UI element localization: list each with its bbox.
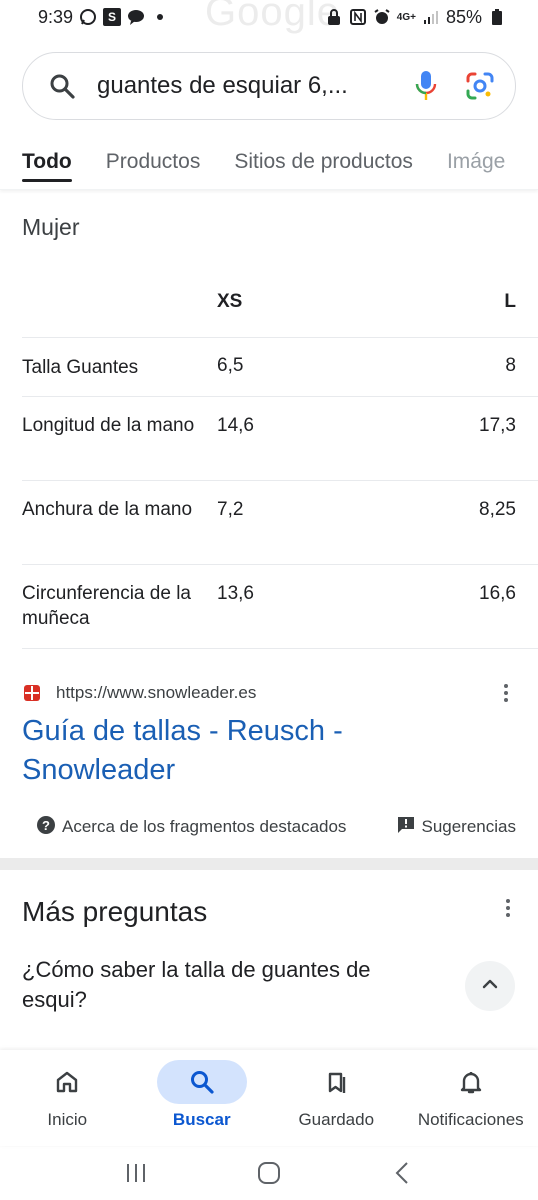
cell-xs: 13,6: [217, 583, 254, 604]
lens-icon[interactable]: [463, 69, 497, 103]
app-s-icon: S: [103, 8, 122, 26]
nav-guardado[interactable]: Guardado: [269, 1050, 404, 1146]
suggestions-link[interactable]: Sugerencias: [397, 816, 516, 839]
cell-l: 8,25: [479, 499, 516, 520]
table-row: Longitud de la mano 14,6 17,3: [22, 397, 538, 481]
result-source[interactable]: https://www.snowleader.es: [22, 678, 516, 708]
nav-label-buscar: Buscar: [172, 1110, 231, 1129]
system-navigation-bar: [0, 1146, 538, 1200]
chat-icon: [127, 8, 145, 26]
battery-percent: 85%: [445, 6, 482, 27]
bottom-navigation: Inicio Buscar Guardado Notificaciones: [0, 1050, 538, 1146]
recent-apps-icon[interactable]: [116, 1153, 156, 1193]
column-header-l: L: [504, 291, 516, 312]
snowleader-favicon-icon: [22, 683, 42, 703]
about-snippets-link[interactable]: ? Acerca de los fragmentos destacados: [36, 815, 346, 840]
search-tabs: Todo Productos Sitios de productos Imáge: [0, 140, 538, 190]
tab-productos[interactable]: Productos: [106, 140, 201, 186]
suggestions-label: Sugerencias: [421, 817, 516, 836]
row-label: Circunferencia de la muñeca: [22, 583, 191, 629]
cell-xs: 14,6: [217, 415, 254, 436]
status-time: 9:39: [38, 6, 74, 27]
bell-icon: [426, 1060, 516, 1104]
search-input[interactable]: guantes de esquiar 6,...: [97, 72, 409, 100]
question-item[interactable]: ¿Cómo saber la talla de guantes de esqui…: [22, 955, 432, 1015]
svg-text:?: ?: [42, 818, 50, 833]
size-table: XS L Talla Guantes 6,5 8 Longitud de la …: [22, 268, 538, 649]
table-row: Anchura de la mano 7,2 8,25: [22, 481, 538, 565]
table-header-row: XS L: [22, 268, 538, 338]
lock-icon: [325, 8, 343, 26]
nav-buscar[interactable]: Buscar: [135, 1050, 270, 1146]
table-row: Circunferencia de la muñeca 13,6 16,6: [22, 565, 538, 649]
cell-l: 16,6: [479, 583, 516, 604]
more-options-icon[interactable]: [496, 681, 516, 705]
result-title-link[interactable]: Guía de tallas - Reusch - Snowleader: [22, 712, 442, 790]
chevron-up-icon: [481, 977, 499, 995]
nav-inicio[interactable]: Inicio: [0, 1050, 135, 1146]
more-questions-options-icon[interactable]: [498, 896, 518, 920]
cell-l: 17,3: [479, 415, 516, 436]
dot-icon: [151, 8, 169, 26]
nav-label-guardado: Guardado: [298, 1110, 375, 1129]
tab-todo[interactable]: Todo: [22, 140, 72, 186]
alarm-icon: [373, 8, 391, 26]
row-label: Longitud de la mano: [22, 415, 195, 436]
nav-label-notificaciones: Notificaciones: [417, 1110, 524, 1129]
table-row: Talla Guantes 6,5 8: [22, 338, 538, 397]
search-icon: [156, 1060, 247, 1104]
more-questions-title: Más preguntas: [22, 896, 208, 927]
about-snippets-label: Acerca de los fragmentos destacados: [62, 817, 347, 836]
result-url[interactable]: https://www.snowleader.es: [56, 683, 496, 703]
nav-label-inicio: Inicio: [47, 1110, 88, 1129]
tab-imagenes[interactable]: Imáge: [447, 140, 505, 186]
signal-icon: [422, 8, 440, 26]
back-icon[interactable]: [382, 1153, 422, 1193]
bookmarks-icon: [291, 1060, 381, 1104]
status-bar: 9:39 S 4G+ 85%: [0, 0, 538, 34]
feedback-icon: [397, 816, 415, 839]
row-label: Talla Guantes: [22, 357, 139, 378]
battery-icon: [488, 8, 506, 26]
network-type: 4G+: [396, 11, 416, 23]
home-button-icon[interactable]: [249, 1153, 289, 1193]
mic-icon[interactable]: [409, 69, 443, 103]
cell-l: 8: [505, 355, 516, 376]
search-box[interactable]: guantes de esquiar 6,...: [22, 52, 516, 120]
section-divider: [0, 858, 538, 870]
tab-sitios-de-productos[interactable]: Sitios de productos: [234, 140, 413, 186]
search-icon: [47, 71, 77, 101]
whatsapp-icon: [79, 8, 97, 26]
cell-xs: 6,5: [217, 355, 244, 376]
nfc-icon: [349, 8, 367, 26]
column-header-xs: XS: [217, 291, 243, 312]
home-icon: [22, 1060, 112, 1104]
snippet-feedback: ? Acerca de los fragmentos destacados Su…: [36, 814, 516, 840]
row-label: Anchura de la mano: [22, 499, 193, 520]
help-icon: ?: [36, 815, 56, 840]
section-title: Mujer: [22, 214, 80, 240]
question-toggle-button[interactable]: [465, 961, 515, 1011]
cell-xs: 7,2: [217, 499, 244, 520]
nav-notificaciones[interactable]: Notificaciones: [404, 1050, 538, 1146]
